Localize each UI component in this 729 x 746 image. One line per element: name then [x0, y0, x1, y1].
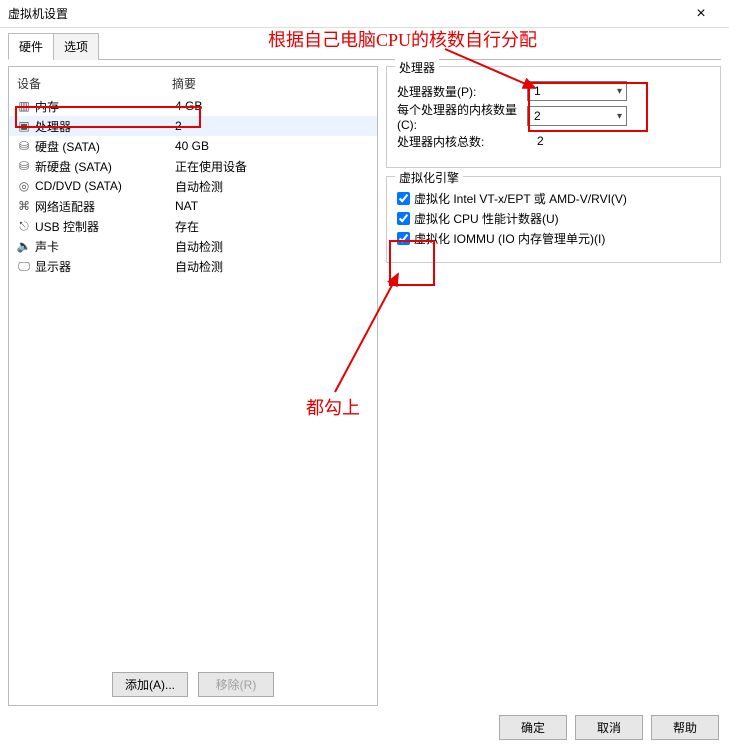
add-device-button[interactable]: 添加(A)... [112, 672, 188, 697]
device-row-network[interactable]: ⌘ 网络适配器 NAT [9, 196, 377, 216]
device-summary: 自动检测 [175, 258, 369, 275]
hdd-icon: ⛁ [17, 139, 31, 153]
device-list: ▥ 内存 4 GB ▣ 处理器 2 ⛁ 硬盘 (SATA) 40 GB ⛁ 新硬… [9, 96, 377, 666]
device-name: 处理器 [35, 118, 175, 135]
checkbox-perfcounters-input[interactable] [397, 212, 410, 225]
checkbox-iommu[interactable]: 虚拟化 IOMMU (IO 内存管理单元)(I) [397, 230, 710, 247]
device-name: 新硬盘 (SATA) [35, 158, 175, 175]
device-name: USB 控制器 [35, 218, 175, 235]
memory-icon: ▥ [17, 99, 31, 113]
main-columns: 设备 摘要 ▥ 内存 4 GB ▣ 处理器 2 ⛁ 硬盘 (SATA) 40 G… [8, 66, 721, 706]
content: 硬件 选项 设备 摘要 ▥ 内存 4 GB ▣ 处理器 2 [0, 28, 729, 746]
header-device: 设备 [17, 75, 172, 92]
ok-button[interactable]: 确定 [499, 715, 567, 740]
dialog-footer: 确定 取消 帮助 [499, 715, 719, 740]
display-icon: 🖵 [17, 259, 31, 273]
remove-device-button: 移除(R) [198, 672, 274, 697]
cancel-button[interactable]: 取消 [575, 715, 643, 740]
device-name: 硬盘 (SATA) [35, 138, 175, 155]
device-row-usb[interactable]: ⎋ USB 控制器 存在 [9, 216, 377, 236]
device-buttons: 添加(A)... 移除(R) [9, 666, 377, 701]
chevron-down-icon: ▾ [617, 86, 622, 97]
total-cores-label: 处理器内核总数: [397, 133, 527, 150]
checkbox-vtx[interactable]: 虚拟化 Intel VT-x/EPT 或 AMD-V/RVI(V) [397, 190, 710, 207]
device-row-memory[interactable]: ▥ 内存 4 GB [9, 96, 377, 116]
net-icon: ⌘ [17, 199, 31, 213]
device-row-cpu[interactable]: ▣ 处理器 2 [9, 116, 377, 136]
device-name: 网络适配器 [35, 198, 175, 215]
device-list-header: 设备 摘要 [9, 71, 377, 96]
tabstrip: 硬件 选项 [8, 32, 721, 60]
device-name: 内存 [35, 98, 175, 115]
tab-options[interactable]: 选项 [53, 33, 99, 60]
cpu-icon: ▣ [17, 119, 31, 133]
checkbox-perfcounters[interactable]: 虚拟化 CPU 性能计数器(U) [397, 210, 710, 227]
processor-count-select[interactable]: 1 ▾ [527, 81, 627, 101]
cores-per-processor-value: 2 [534, 109, 541, 123]
checkbox-iommu-label: 虚拟化 IOMMU (IO 内存管理单元)(I) [414, 230, 605, 247]
device-summary: 自动检测 [175, 238, 369, 255]
device-row-hdd[interactable]: ⛁ 硬盘 (SATA) 40 GB [9, 136, 377, 156]
device-summary: NAT [175, 199, 369, 213]
total-cores-value: 2 [527, 134, 627, 148]
processor-count-label: 处理器数量(P): [397, 83, 527, 100]
processor-group: 处理器 处理器数量(P): 1 ▾ 每个处理器的内核数量(C): 2 ▾ [386, 66, 721, 168]
device-row-display[interactable]: 🖵 显示器 自动检测 [9, 256, 377, 276]
disc-icon: ◎ [17, 179, 31, 193]
cores-per-processor-select[interactable]: 2 ▾ [527, 106, 627, 126]
device-name: 显示器 [35, 258, 175, 275]
checkbox-vtx-label: 虚拟化 Intel VT-x/EPT 或 AMD-V/RVI(V) [414, 190, 627, 207]
chevron-down-icon: ▾ [617, 111, 622, 122]
device-summary: 存在 [175, 218, 369, 235]
checkbox-iommu-input[interactable] [397, 232, 410, 245]
device-summary: 正在使用设备 [175, 158, 369, 175]
device-summary: 自动检测 [175, 178, 369, 195]
titlebar: 虚拟机设置 × [0, 0, 729, 28]
hdd-icon: ⛁ [17, 159, 31, 173]
processor-count-value: 1 [534, 84, 541, 98]
device-row-sound[interactable]: 🔈 声卡 自动检测 [9, 236, 377, 256]
close-button[interactable]: × [681, 0, 721, 28]
cores-per-processor-label: 每个处理器的内核数量(C): [397, 101, 527, 132]
device-summary: 40 GB [175, 139, 369, 153]
device-panel: 设备 摘要 ▥ 内存 4 GB ▣ 处理器 2 ⛁ 硬盘 (SATA) 40 G… [8, 66, 378, 706]
tab-hardware[interactable]: 硬件 [8, 33, 54, 60]
header-summary: 摘要 [172, 75, 369, 92]
window-title: 虚拟机设置 [8, 5, 681, 22]
virtualization-group: 虚拟化引擎 虚拟化 Intel VT-x/EPT 或 AMD-V/RVI(V) … [386, 176, 721, 263]
settings-panel: 处理器 处理器数量(P): 1 ▾ 每个处理器的内核数量(C): 2 ▾ [386, 66, 721, 706]
virtualization-group-title: 虚拟化引擎 [395, 169, 463, 186]
usb-icon: ⎋ [17, 219, 31, 233]
device-row-cddvd[interactable]: ◎ CD/DVD (SATA) 自动检测 [9, 176, 377, 196]
help-button[interactable]: 帮助 [651, 715, 719, 740]
device-row-newhdd[interactable]: ⛁ 新硬盘 (SATA) 正在使用设备 [9, 156, 377, 176]
device-name: CD/DVD (SATA) [35, 179, 175, 193]
device-summary: 4 GB [175, 99, 369, 113]
device-name: 声卡 [35, 238, 175, 255]
checkbox-vtx-input[interactable] [397, 192, 410, 205]
checkbox-perfcounters-label: 虚拟化 CPU 性能计数器(U) [414, 210, 559, 227]
processor-group-title: 处理器 [395, 59, 439, 76]
device-summary: 2 [175, 119, 369, 133]
sound-icon: 🔈 [17, 239, 31, 253]
